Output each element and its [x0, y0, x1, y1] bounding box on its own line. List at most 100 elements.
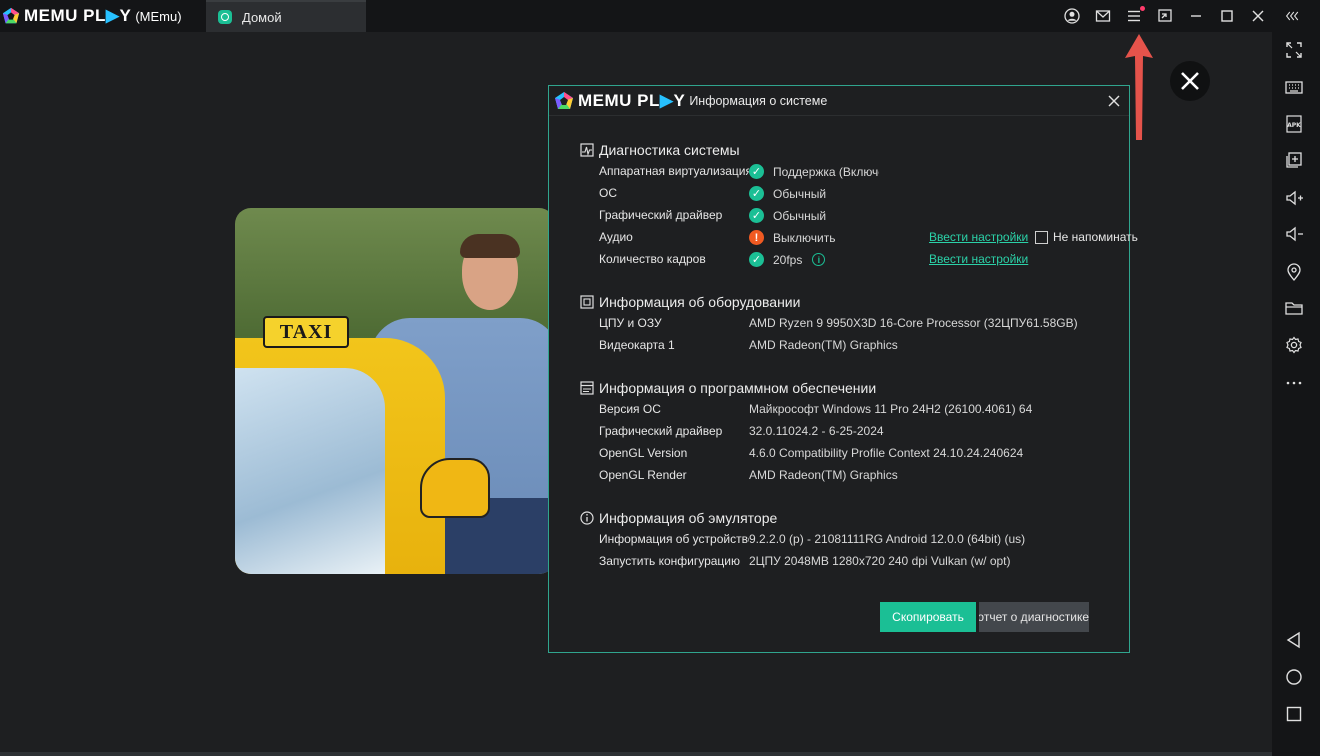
row-value: 4.6.0 Compatibility Profile Context 24.1… [749, 446, 1024, 460]
fullscreen-button[interactable] [1282, 38, 1306, 62]
check-circle-icon: ✓ [749, 164, 764, 179]
home-tab-icon [218, 10, 232, 24]
gear-icon [1286, 336, 1302, 354]
row-key: Версия ОС [599, 402, 661, 416]
right-toolbar: APK [1272, 32, 1320, 756]
user-icon [1064, 8, 1080, 24]
maximize-button[interactable] [1217, 6, 1237, 26]
account-button[interactable] [1062, 6, 1082, 26]
notification-dot [1140, 6, 1145, 11]
app-logo: MEMU PL▶Y (MEmu) [2, 5, 182, 27]
fps-settings-link[interactable]: Ввести настройки [929, 252, 1028, 266]
close-icon [1252, 10, 1264, 22]
fullscreen-icon [1286, 42, 1302, 58]
row-key: ЦПУ и ОЗУ [599, 316, 662, 330]
row-value: 9.2.2.0 (p) - 21081111RG Android 12.0.0 … [749, 532, 1026, 546]
minimize-icon [1191, 15, 1201, 17]
row-key: Графический драйвер [599, 208, 723, 222]
copy-button[interactable]: Скопировать [880, 602, 976, 632]
collapse-sidebar-button[interactable] [1283, 6, 1303, 26]
row-value: AMD Radeon(TM) Graphics [749, 338, 898, 352]
row-key: Количество кадров [599, 252, 706, 266]
diag-row-fps: Количество кадров ✓ 20fps i Ввести настрой… [599, 252, 1119, 268]
check-circle-icon: ✓ [749, 252, 764, 267]
hardware-title: Информация об оборудовании [599, 294, 801, 310]
minimize-button[interactable] [1186, 6, 1206, 26]
dialog-logo-text: MEMU PL▶Y [578, 90, 686, 110]
memu-logo-icon [2, 7, 20, 24]
row-value: Обычный [773, 208, 827, 223]
ad-banner-image[interactable]: TAXI [235, 208, 555, 574]
android-back-button[interactable] [1282, 628, 1306, 652]
row-key: Информация об устройстве [599, 532, 749, 546]
row-key: Запустить конфигурацию [599, 554, 740, 568]
dialog-header: MEMU PL▶Y Информация о системе [549, 86, 1129, 116]
hamburger-menu-icon [1128, 10, 1140, 22]
row-value: Майкрософт Windows 11 Pro 24H2 (26100.40… [749, 402, 1033, 416]
checkbox-box[interactable] [1035, 230, 1048, 244]
apk-install-button[interactable]: APK [1282, 112, 1306, 136]
tab-home-label: Домой [242, 9, 282, 25]
location-button[interactable] [1282, 260, 1306, 284]
title-bar: MEMU PL▶Y (MEmu) Домой [0, 0, 1320, 32]
svg-text:APK: APK [1287, 122, 1301, 129]
row-value: AMD Radeon(TM) Graphics [749, 468, 898, 482]
dialog-logo: MEMU PL▶Y [554, 91, 685, 111]
taxi-sign-text: TAXI [279, 320, 333, 343]
screen-cast-icon [1158, 9, 1172, 22]
back-triangle-icon [1286, 631, 1300, 649]
android-home-button[interactable] [1282, 665, 1306, 689]
row-key: Аппаратная виртуализация [599, 164, 749, 178]
dialog-close-button[interactable] [1107, 94, 1121, 108]
row-key: Видеокарта 1 [599, 338, 675, 352]
screen-cast-button[interactable] [1155, 6, 1175, 26]
android-recent-button[interactable] [1282, 702, 1306, 726]
more-button[interactable] [1282, 370, 1306, 394]
info-circle-icon [580, 511, 594, 525]
logo-text: MEMU PL▶Y [24, 6, 132, 25]
settings-button[interactable] [1282, 333, 1306, 357]
software-title: Информация о программном обеспечении [599, 380, 877, 396]
multi-instance-button[interactable] [1282, 148, 1306, 172]
recent-square-icon [1286, 706, 1302, 722]
app-subtitle: (MEmu) [135, 8, 182, 24]
bottom-edge [0, 752, 1272, 756]
check-circle-icon: ✓ [749, 186, 764, 201]
mail-icon [1095, 10, 1111, 22]
volume-down-icon [1286, 226, 1303, 242]
audio-settings-link[interactable]: Ввести настройки [929, 230, 1028, 244]
row-value: Поддержка (Включено) [773, 164, 879, 179]
row-key: ОС [599, 186, 617, 200]
double-chevron-left-icon [1285, 11, 1299, 21]
taxi-sign: TAXI [263, 316, 349, 348]
close-window-button[interactable] [1248, 6, 1268, 26]
emulator-section: Информация об эмуляторе [580, 508, 777, 528]
volume-up-icon [1286, 190, 1303, 206]
row-key: Графический драйвер [599, 424, 723, 438]
close-ad-button[interactable] [1170, 61, 1210, 101]
volume-up-button[interactable] [1282, 186, 1306, 210]
row-value: 20fps [773, 252, 803, 267]
home-circle-icon [1286, 669, 1302, 685]
hardware-section: Информация об оборудовании [580, 292, 800, 312]
row-key: Аудио [599, 230, 633, 244]
memu-logo-icon [555, 91, 573, 109]
dont-remind-checkbox[interactable]: Не напоминать [1035, 230, 1138, 244]
emulator-title: Информация об эмуляторе [599, 510, 778, 526]
volume-down-button[interactable] [1282, 222, 1306, 246]
send-diagnostic-report-button[interactable]: Отправить отчет о диагностике [979, 602, 1089, 632]
report-button-label: Отправить отчет о диагностике [979, 610, 1089, 624]
chip-icon [580, 295, 594, 309]
info-icon[interactable]: i [812, 253, 826, 266]
tab-home[interactable]: Домой [206, 0, 366, 32]
pulse-chart-icon [580, 143, 594, 157]
row-value: 32.0.11024.2 - 6-25-2024 [749, 424, 884, 438]
diagnostics-title: Диагностика системы [599, 142, 740, 158]
apk-icon: APK [1286, 115, 1302, 133]
mail-button[interactable] [1093, 6, 1113, 26]
keyboard-button[interactable] [1282, 75, 1306, 99]
more-dots-icon [1286, 381, 1302, 385]
dialog-title: Информация о системе [689, 93, 828, 108]
dont-remind-label: Не напоминать [1053, 230, 1138, 244]
shared-folder-button[interactable] [1282, 296, 1306, 320]
